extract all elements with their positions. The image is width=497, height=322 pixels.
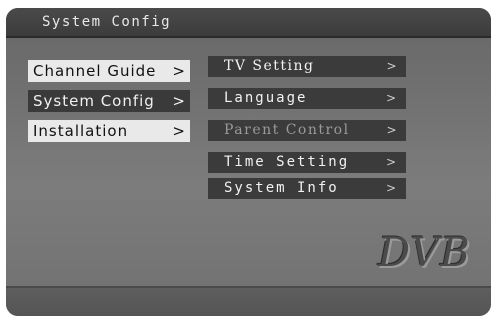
- submenu-item-system-info[interactable]: System Info >: [208, 178, 406, 199]
- menu-item-installation[interactable]: Installation >: [28, 120, 190, 142]
- submenu-item-label: Parent Control: [224, 122, 350, 138]
- submenu-item-tv-setting[interactable]: TV Setting >: [208, 56, 406, 77]
- dvb-logo: DVB: [378, 230, 471, 276]
- menu-item-label: Channel Guide: [33, 62, 157, 80]
- submenu-item-time-setting[interactable]: Time Setting >: [208, 152, 406, 173]
- chevron-right-icon: >: [172, 122, 186, 140]
- osd-window: System Config Channel Guide > System Con…: [6, 8, 491, 316]
- submenu-item-language[interactable]: Language >: [208, 88, 406, 109]
- title-bar: System Config: [6, 8, 491, 38]
- submenu-item-label: TV Setting: [224, 58, 315, 74]
- menu-item-label: System Config: [33, 92, 155, 110]
- menu-item-channel-guide[interactable]: Channel Guide >: [28, 60, 190, 82]
- submenu-item-label: Time Setting: [224, 154, 350, 170]
- submenu-item-label: System Info: [224, 180, 339, 196]
- page-title: System Config: [42, 14, 172, 30]
- bottom-bar: [6, 286, 491, 316]
- chevron-right-icon: >: [385, 181, 398, 195]
- chevron-right-icon: >: [172, 62, 186, 80]
- chevron-right-icon: >: [385, 91, 398, 105]
- chevron-right-icon: >: [386, 59, 398, 73]
- menu-item-label: Installation: [33, 122, 129, 140]
- chevron-right-icon: >: [172, 92, 186, 110]
- chevron-right-icon: >: [386, 123, 398, 137]
- menu-item-system-config[interactable]: System Config >: [28, 90, 190, 112]
- submenu-item-parent-control[interactable]: Parent Control >: [208, 120, 406, 141]
- chevron-right-icon: >: [385, 155, 398, 169]
- submenu-item-label: Language: [224, 90, 308, 106]
